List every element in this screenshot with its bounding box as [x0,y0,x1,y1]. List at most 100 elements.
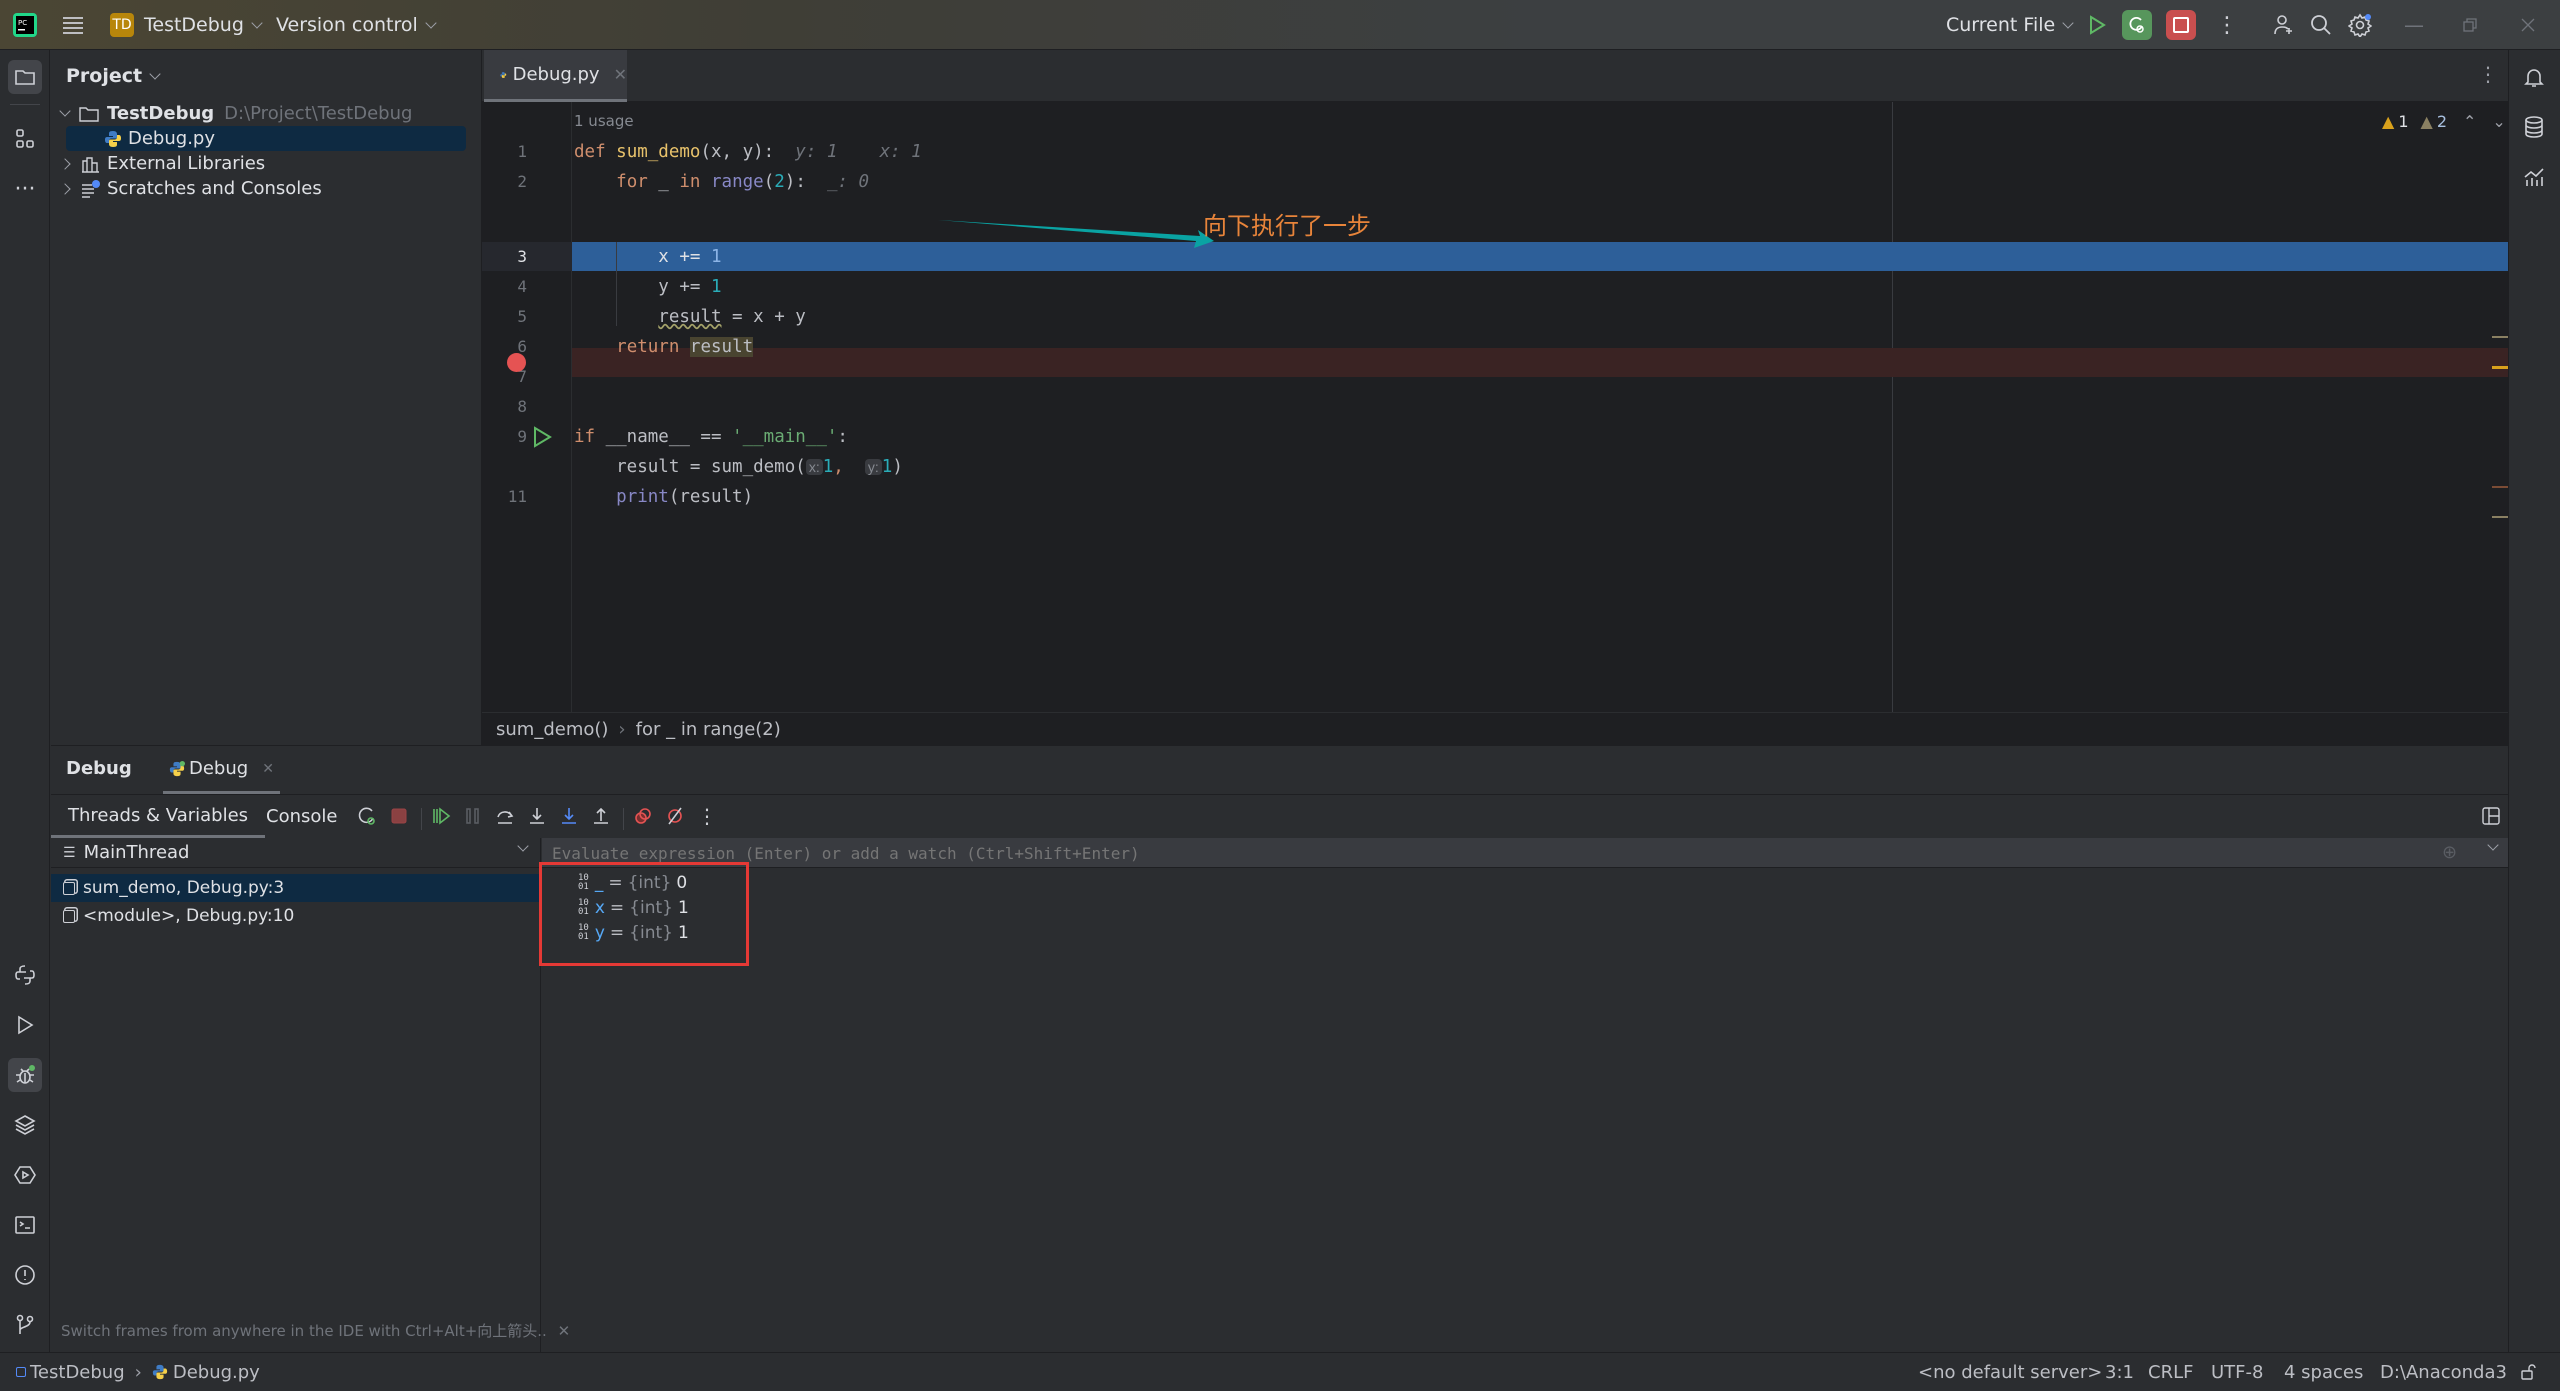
tab-threads-variables[interactable]: Threads & Variables [51,795,266,838]
close-session-icon[interactable]: ✕ [262,761,274,777]
stop-button[interactable] [2166,0,2196,50]
tab-actions-more-icon[interactable]: ⋮ [2478,62,2498,86]
project-switcher[interactable]: TD TestDebug [110,0,263,50]
stop-debug-button[interactable] [383,800,415,832]
close-window-button[interactable] [2520,0,2536,50]
structure-icon[interactable] [8,122,42,156]
notifications-bell-icon[interactable] [2517,60,2551,94]
vcs-menu[interactable]: Version control [276,0,437,50]
line-separator[interactable]: CRLF [2148,1353,2193,1391]
readonly-lock-icon[interactable] [2520,1353,2536,1391]
tip-text: Switch frames from anywhere in the IDE w… [61,1322,547,1340]
resume-button[interactable] [425,800,457,832]
run-button[interactable] [2086,0,2108,50]
pycharm-logo-icon[interactable]: PC [12,0,38,50]
thread-selector[interactable]: ☰ MainThread [51,838,541,868]
code-editor[interactable]: 1 usage ▲ 1 ▲ 2 ⌃ ⌄ 1 2 3 4 5 6 7 8 9 11 d… [482,102,2508,712]
step-into-button[interactable] [521,800,553,832]
indent-setting[interactable]: 4 spaces [2284,1353,2363,1391]
mute-breakpoints-button[interactable] [659,800,691,832]
tree-label: External Libraries [107,153,266,174]
step-over-button[interactable] [489,800,521,832]
tree-item-external-libraries[interactable]: External Libraries [59,151,266,176]
step-into-my-code-button[interactable] [553,800,585,832]
editor-tabs: Debug.py ✕ ⋮ [482,50,2508,102]
layout-settings-icon[interactable] [2475,800,2507,832]
frame-label: <module>, Debug.py:10 [83,906,295,926]
project-panel: Project TestDebug D:\Project\TestDebug D… [51,50,482,745]
more-tools-icon[interactable]: ··· [8,172,42,206]
more-debug-actions-icon[interactable]: ⋮ [691,800,723,832]
add-watch-icon[interactable]: ⊕ [2442,842,2457,863]
run-config-selector[interactable]: Current File [1946,0,2074,50]
evaluate-expression-field[interactable]: ⊕ [542,838,2508,868]
breadcrumb-item[interactable]: sum_demo() [496,719,608,740]
debug-rerun-icon [2122,10,2152,40]
step-out-button[interactable] [585,800,617,832]
debug-tool-icon[interactable] [8,1058,42,1092]
chevron-down-icon [251,16,263,29]
sciview-chart-icon[interactable] [2517,160,2551,194]
pause-button[interactable] [457,800,489,832]
more-actions-icon[interactable]: ⋮ [2216,0,2238,50]
thread-icon: ☰ [63,844,76,861]
services-icon[interactable] [8,1158,42,1192]
breadcrumb-item[interactable]: for _ in range(2) [636,719,781,740]
project-name: TestDebug [144,14,244,36]
settings-gear-icon[interactable] [2348,0,2372,50]
frame-item[interactable]: sum_demo, Debug.py:3 [51,874,541,902]
tree-item-scratches[interactable]: Scratches and Consoles [59,176,322,201]
frames-tip: Switch frames from anywhere in the IDE w… [61,1320,570,1341]
project-view-selector[interactable]: Project [66,62,161,90]
tab-debug-session[interactable]: Debug ✕ [163,746,280,794]
deployment-server[interactable]: <no default server> [1918,1353,2102,1391]
main-menu-button[interactable] [62,0,84,50]
python-packages-icon[interactable] [8,1108,42,1142]
evaluate-input[interactable] [542,838,2442,868]
python-console-icon[interactable] [8,958,42,992]
project-badge: TD [110,13,134,37]
subtab-label: Threads & Variables [68,804,249,826]
tab-console[interactable]: Console [266,795,337,838]
problems-icon[interactable] [8,1258,42,1292]
nav-bar: TestDebug › Debug.py [16,1353,260,1391]
view-breakpoints-button[interactable] [627,800,659,832]
history-dropdown-icon[interactable] [2487,839,2499,851]
variables-panel: ⊕ 1001 _ = {int} 0 1001 x = {int} 1 1001… [539,838,2508,1353]
frame-item[interactable]: <module>, Debug.py:10 [51,902,541,930]
rerun-debug-button[interactable] [2122,0,2152,50]
frame-icon [63,881,75,895]
terminal-icon[interactable] [8,1208,42,1242]
breadcrumb-separator-icon: › [618,718,626,740]
nav-project[interactable]: TestDebug [30,1362,125,1383]
rerun-button[interactable] [351,800,383,832]
vcs-label: Version control [276,14,418,36]
tree-item-project-root[interactable]: TestDebug D:\Project\TestDebug [59,101,412,126]
nav-separator-icon: › [134,1361,142,1383]
tab-debug-py[interactable]: Debug.py ✕ [484,50,627,102]
tree-item-debug-py[interactable]: Debug.py [66,126,466,151]
right-tool-window-bar [2508,50,2560,1352]
expand-chevron-icon [59,182,71,195]
git-icon[interactable] [8,1308,42,1342]
code-with-me-icon[interactable] [2272,0,2296,50]
minimize-button[interactable]: — [2404,0,2424,50]
close-tab-icon[interactable]: ✕ [614,65,627,84]
nav-file[interactable]: Debug.py [173,1362,260,1383]
caret-position[interactable]: 3:1 [2105,1353,2134,1391]
tab-label: Debug.py [512,64,600,85]
chevron-down-icon [425,16,437,29]
run-config-label: Current File [1946,14,2056,36]
run-tool-icon[interactable] [8,1008,42,1042]
highlight-box [539,862,749,966]
debug-title: Debug [66,758,132,779]
search-icon[interactable] [2310,0,2332,50]
database-icon[interactable] [2517,110,2551,144]
left-tool-window-bar: ··· [0,50,50,1352]
restore-button[interactable] [2462,0,2478,50]
python-interpreter[interactable]: D:\Anaconda3 [2380,1353,2507,1391]
folder-icon [79,106,99,122]
stop-icon [2166,10,2196,40]
project-tool-icon[interactable] [8,60,42,94]
file-encoding[interactable]: UTF-8 [2211,1353,2263,1391]
